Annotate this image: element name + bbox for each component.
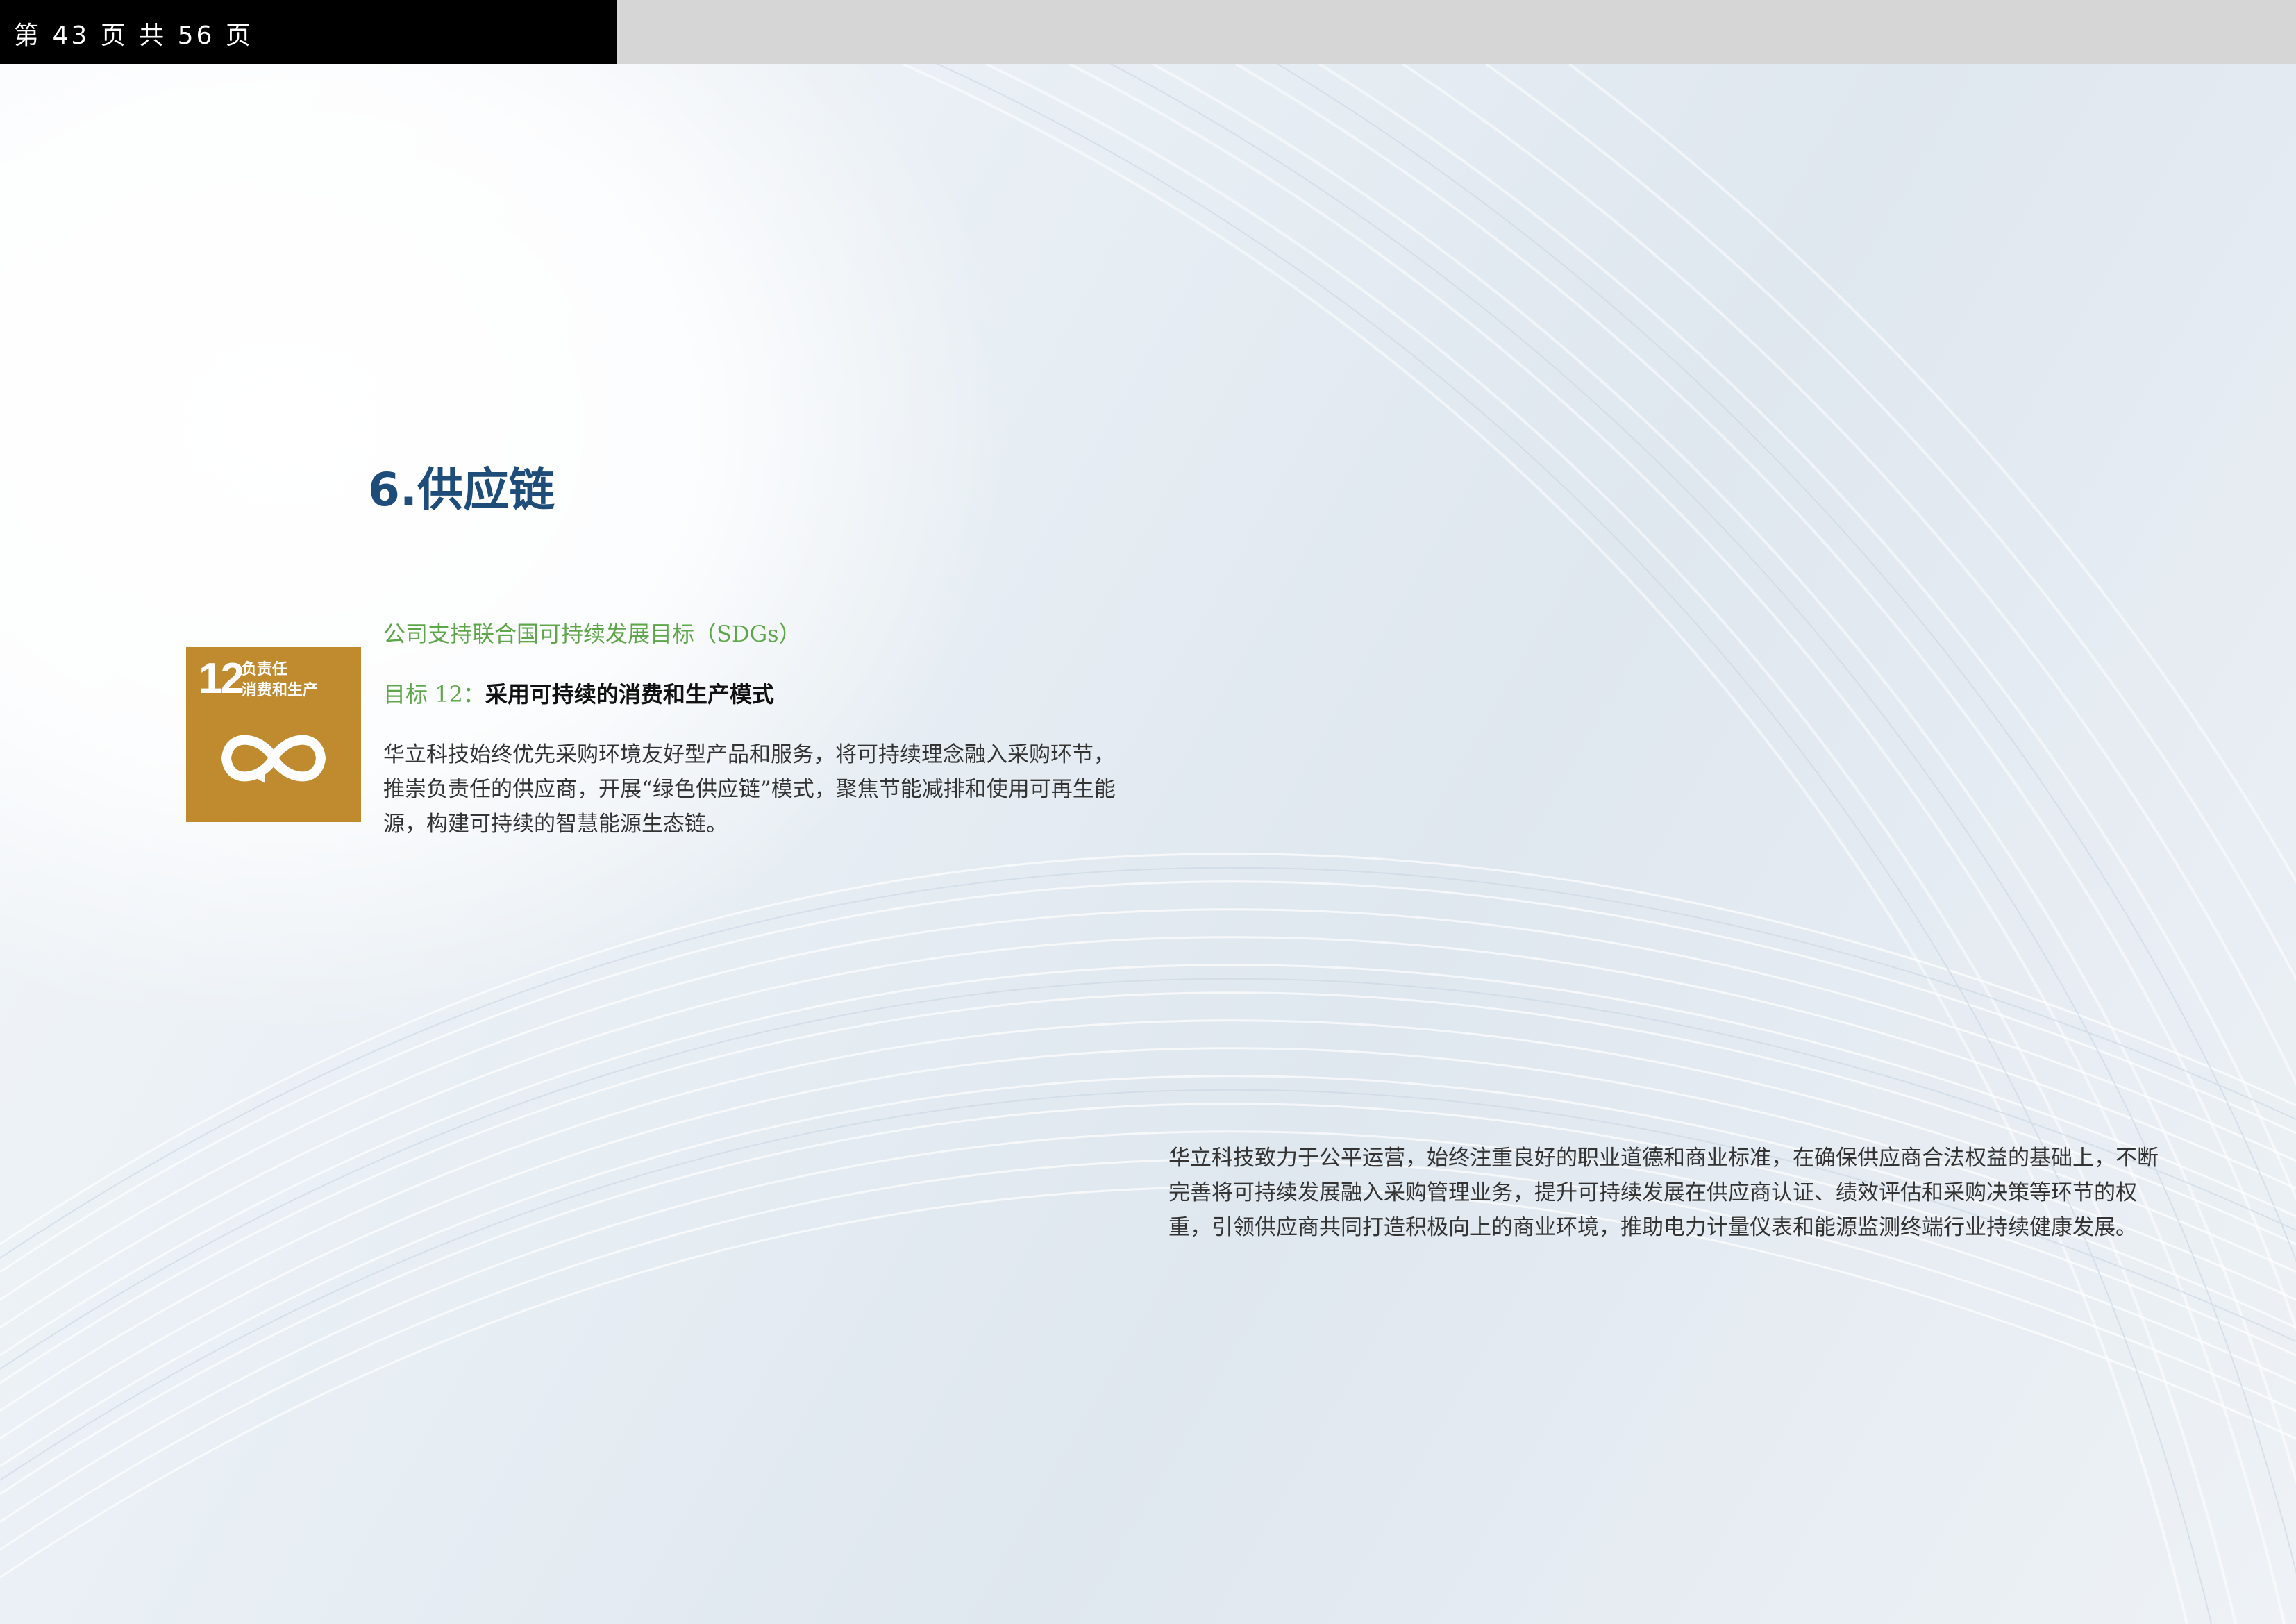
- sdg-label-line2: 消费和生产: [242, 682, 319, 699]
- page-counter: 第 43 页 共 56 页: [14, 22, 253, 50]
- section-title: 6.供应链: [368, 463, 555, 517]
- background-swoosh: [0, 64, 2296, 1624]
- goal-title: 采用可持续的消费和生产模式: [485, 681, 774, 708]
- sdg-intro-paragraph: 华立科技始终优先采购环境友好型产品和服务，将可持续理念融入采购环节，推崇负责任的…: [383, 742, 1116, 837]
- header-bar: 第 43 页 共 56 页: [0, 0, 617, 64]
- sdg-goal-line: 目标 12：采用可持续的消费和生产模式: [383, 677, 774, 709]
- sdg-12-tile: 12 负责任 消费和生产: [186, 647, 361, 822]
- header-bar-gray: [617, 0, 2296, 64]
- swoosh-lines: [0, 64, 2296, 1624]
- sdg-label: 负责任 消费和生产: [242, 660, 318, 701]
- sdg-number: 12: [199, 655, 244, 703]
- supply-chain-paragraph: 华立科技致力于公平运营，始终注重良好的职业道德和商业标准，在确保供应商合法权益的…: [1168, 1146, 2159, 1240]
- sdg-label-line1: 负责任: [242, 661, 288, 678]
- infinity-arrow-icon: [214, 723, 333, 796]
- goal-prefix: 目标 12：: [383, 681, 485, 708]
- sdg-support-text: 公司支持联合国可持续发展目标（SDGs）: [383, 621, 801, 647]
